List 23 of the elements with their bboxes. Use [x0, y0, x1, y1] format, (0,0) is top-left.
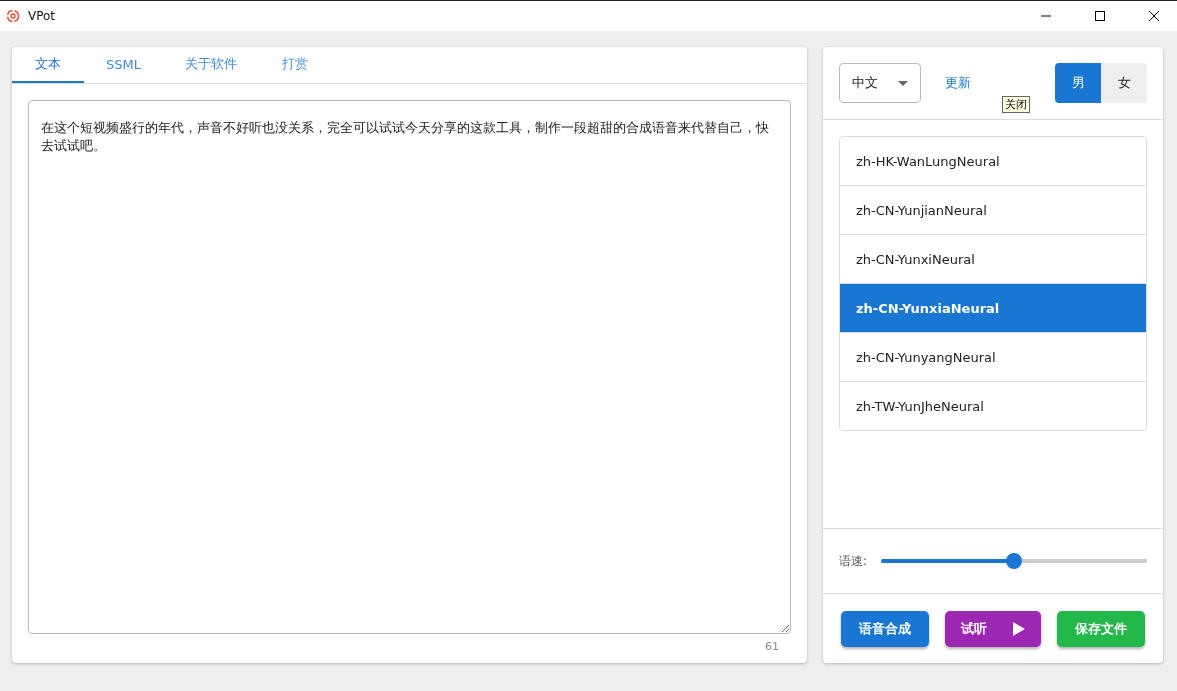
slider-thumb[interactable]: [1006, 553, 1022, 569]
update-link[interactable]: 更新: [945, 74, 1031, 92]
app-logo-icon: [6, 9, 20, 23]
tab[interactable]: 关于软件: [162, 47, 259, 83]
voice-item[interactable]: zh-TW-YunJheNeural: [840, 381, 1146, 430]
tab[interactable]: 打赏: [258, 47, 331, 83]
gender-toggle-button[interactable]: 男: [1055, 63, 1101, 103]
tab[interactable]: 文本: [12, 47, 84, 83]
tab[interactable]: SSML: [84, 47, 163, 83]
close-icon: [1149, 11, 1159, 21]
window-title: VPot: [28, 9, 57, 23]
dropdown-caret-icon: [898, 80, 908, 86]
text-input-field[interactable]: 在这个短视频盛行的年代，声音不好听也没关系，完全可以试试今天分享的这款工具，制作一段超甜的合成语音来代替自己，快去试试吧。: [28, 100, 791, 634]
voice-item[interactable]: zh-CN-YunxiaNeural: [840, 283, 1146, 332]
speed-label: 语速:: [839, 552, 868, 570]
character-count: 61: [765, 640, 779, 653]
language-select[interactable]: 中文: [839, 63, 921, 103]
tooltip: 关闭: [1002, 96, 1030, 113]
maximize-icon: [1095, 11, 1105, 21]
action-button[interactable]: 语音合成: [841, 611, 929, 647]
play-icon: [1013, 622, 1025, 636]
action-button[interactable]: 试听: [945, 611, 1041, 647]
gender-toggle-button[interactable]: 女: [1101, 63, 1147, 103]
